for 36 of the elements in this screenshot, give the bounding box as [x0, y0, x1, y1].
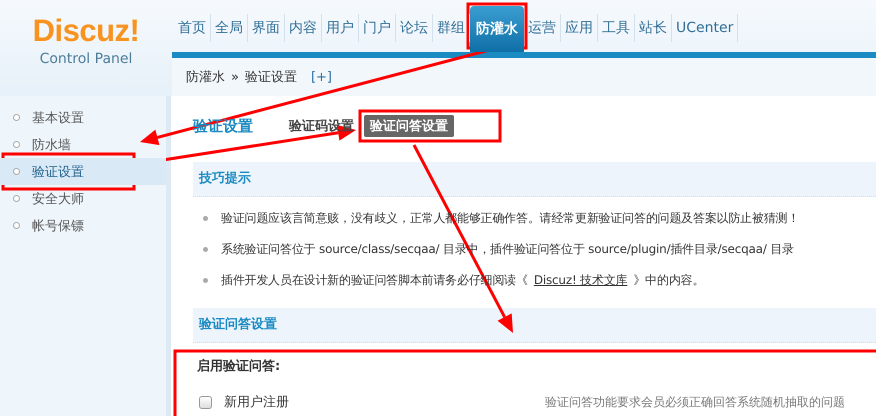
breadcrumb-separator: » — [231, 70, 239, 84]
add-shortcut-link[interactable]: [+] — [310, 70, 332, 84]
sidebar-item[interactable]: 安全大师 — [0, 185, 166, 212]
nav-tab[interactable]: 界面 — [248, 14, 285, 42]
nav-tab[interactable]: 应用 — [561, 14, 598, 42]
sidebar-item[interactable]: 帐号保镖 — [0, 212, 166, 239]
nav-tab[interactable]: 运营 — [524, 14, 561, 42]
sidebar-item[interactable]: 验证设置 — [0, 158, 166, 185]
nav-tab[interactable]: 内容 — [285, 14, 322, 42]
logo-subtitle: Control Panel — [40, 50, 132, 69]
nav-tab[interactable]: 门户 — [359, 14, 396, 42]
nav-tab[interactable]: 全局 — [211, 14, 248, 42]
nav-tab[interactable]: UCenter — [672, 14, 738, 42]
sidebar-item[interactable]: 防水墙 — [0, 131, 166, 158]
checkbox[interactable] — [199, 396, 212, 408]
checkbox-label: 新用户注册 — [224, 394, 289, 411]
sub-tab[interactable]: 验证问答设置 — [364, 115, 454, 137]
nav-tab[interactable]: 论坛 — [396, 14, 433, 42]
bullet-icon — [203, 247, 208, 252]
nav-tab[interactable]: 站长 — [635, 14, 672, 42]
nav-tab[interactable]: 防灌水 — [470, 6, 524, 52]
nav-tab[interactable]: 工具 — [598, 14, 635, 42]
hint-text: 验证问答功能要求会员必须正确回答系统随机抽取的问题 — [545, 394, 845, 410]
logo-text: Discuz! — [32, 14, 140, 48]
section-header: 验证问答设置 — [193, 308, 876, 343]
nav-tab[interactable]: 用户 — [322, 14, 359, 42]
breadcrumb-item[interactable]: 防灌水 — [186, 68, 225, 86]
bullet-icon — [203, 216, 208, 221]
docs-link[interactable]: Discuz! 技术文库 — [534, 273, 628, 287]
breadcrumb-item[interactable]: 验证设置 — [244, 68, 297, 86]
nav-tab[interactable]: 首页 — [174, 14, 211, 42]
highlight-frame — [466, 2, 528, 50]
sidebar-item[interactable]: 基本设置 — [0, 104, 166, 131]
bullet-icon — [203, 278, 208, 283]
section-header: 技巧提示 — [193, 162, 876, 197]
field-label: 启用验证问答: — [196, 358, 282, 375]
